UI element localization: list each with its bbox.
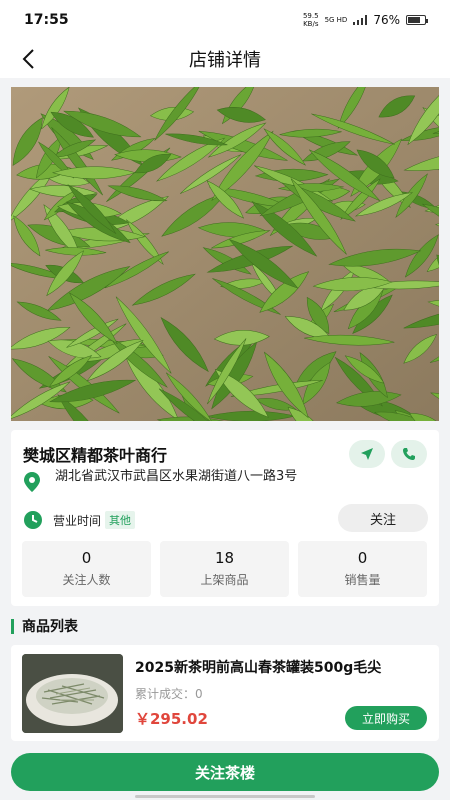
follow-teahouse-button[interactable]: 关注茶楼 bbox=[11, 753, 439, 791]
shop-hero-image bbox=[11, 87, 439, 421]
business-hours-label: 营业时间 bbox=[53, 513, 102, 528]
call-button[interactable] bbox=[391, 440, 427, 468]
product-name: 2025新茶明前高山春茶罐装500g毛尖 bbox=[135, 660, 382, 676]
stat-sales: 0 销售量 bbox=[298, 541, 427, 597]
product-sold-count: 累计成交：0 bbox=[135, 687, 203, 701]
product-card[interactable]: 2025新茶明前高山春茶罐装500g毛尖 累计成交：0 ￥295.02 立即购买 bbox=[11, 645, 439, 741]
section-title: 商品列表 bbox=[22, 619, 78, 635]
stat-label: 上架商品 bbox=[200, 573, 249, 587]
business-hours-row: 营业时间 其他 bbox=[23, 510, 136, 530]
location-pin-icon bbox=[23, 468, 45, 496]
signal-label: 5G HD bbox=[324, 16, 348, 24]
buy-now-button[interactable]: 立即购买 bbox=[345, 706, 427, 730]
follow-shop-button[interactable]: 关注 bbox=[338, 504, 428, 532]
stat-value: 18 bbox=[214, 549, 235, 567]
battery-percent: 76% bbox=[373, 13, 400, 27]
shop-info-card: 樊城区精都茶叶商行 湖北省武汉市武昌区水果湖街道八一路3号 营业时间 其他 关注… bbox=[11, 430, 439, 606]
network-speed-value: 59.5 bbox=[302, 12, 319, 20]
home-indicator[interactable] bbox=[135, 795, 315, 798]
shop-address-row: 湖北省武汉市武昌区水果湖街道八一路3号 bbox=[23, 468, 323, 496]
stat-followers: 0 关注人数 bbox=[22, 541, 151, 597]
section-accent-bar bbox=[11, 618, 14, 634]
chevron-left-icon bbox=[22, 49, 34, 69]
navigation-arrow-icon bbox=[361, 448, 373, 460]
network-speed: 59.5 KB/s bbox=[303, 12, 319, 28]
page-title: 店铺详情 bbox=[189, 50, 261, 71]
network-speed-unit: KB/s bbox=[303, 20, 319, 28]
product-price: ￥295.02 bbox=[135, 710, 208, 728]
stat-value: 0 bbox=[81, 549, 92, 567]
product-image bbox=[22, 654, 123, 733]
clock-icon bbox=[24, 511, 42, 529]
battery-level bbox=[408, 17, 421, 23]
tea-leaves-image bbox=[11, 87, 439, 421]
status-time: 17:55 bbox=[24, 12, 69, 28]
navigate-button[interactable] bbox=[349, 440, 385, 468]
business-hours-tag: 其他 bbox=[105, 511, 136, 529]
signal-icon bbox=[353, 15, 368, 25]
shop-name: 樊城区精都茶叶商行 bbox=[23, 446, 168, 465]
battery-icon bbox=[406, 15, 428, 25]
product-list-header: 商品列表 bbox=[11, 616, 78, 636]
phone-icon bbox=[403, 448, 415, 460]
stat-listed-products: 18 上架商品 bbox=[160, 541, 289, 597]
status-icons: 59.5 KB/s 5G HD 76% bbox=[303, 12, 428, 28]
stat-value: 0 bbox=[357, 549, 368, 567]
back-button[interactable] bbox=[14, 45, 42, 73]
stat-label: 关注人数 bbox=[62, 573, 111, 587]
stat-label: 销售量 bbox=[344, 573, 381, 587]
nav-bar: 店铺详情 bbox=[0, 40, 450, 78]
shop-address: 湖北省武汉市武昌区水果湖街道八一路3号 bbox=[55, 469, 298, 484]
status-bar: 17:55 59.5 KB/s 5G HD 76% bbox=[0, 0, 450, 40]
